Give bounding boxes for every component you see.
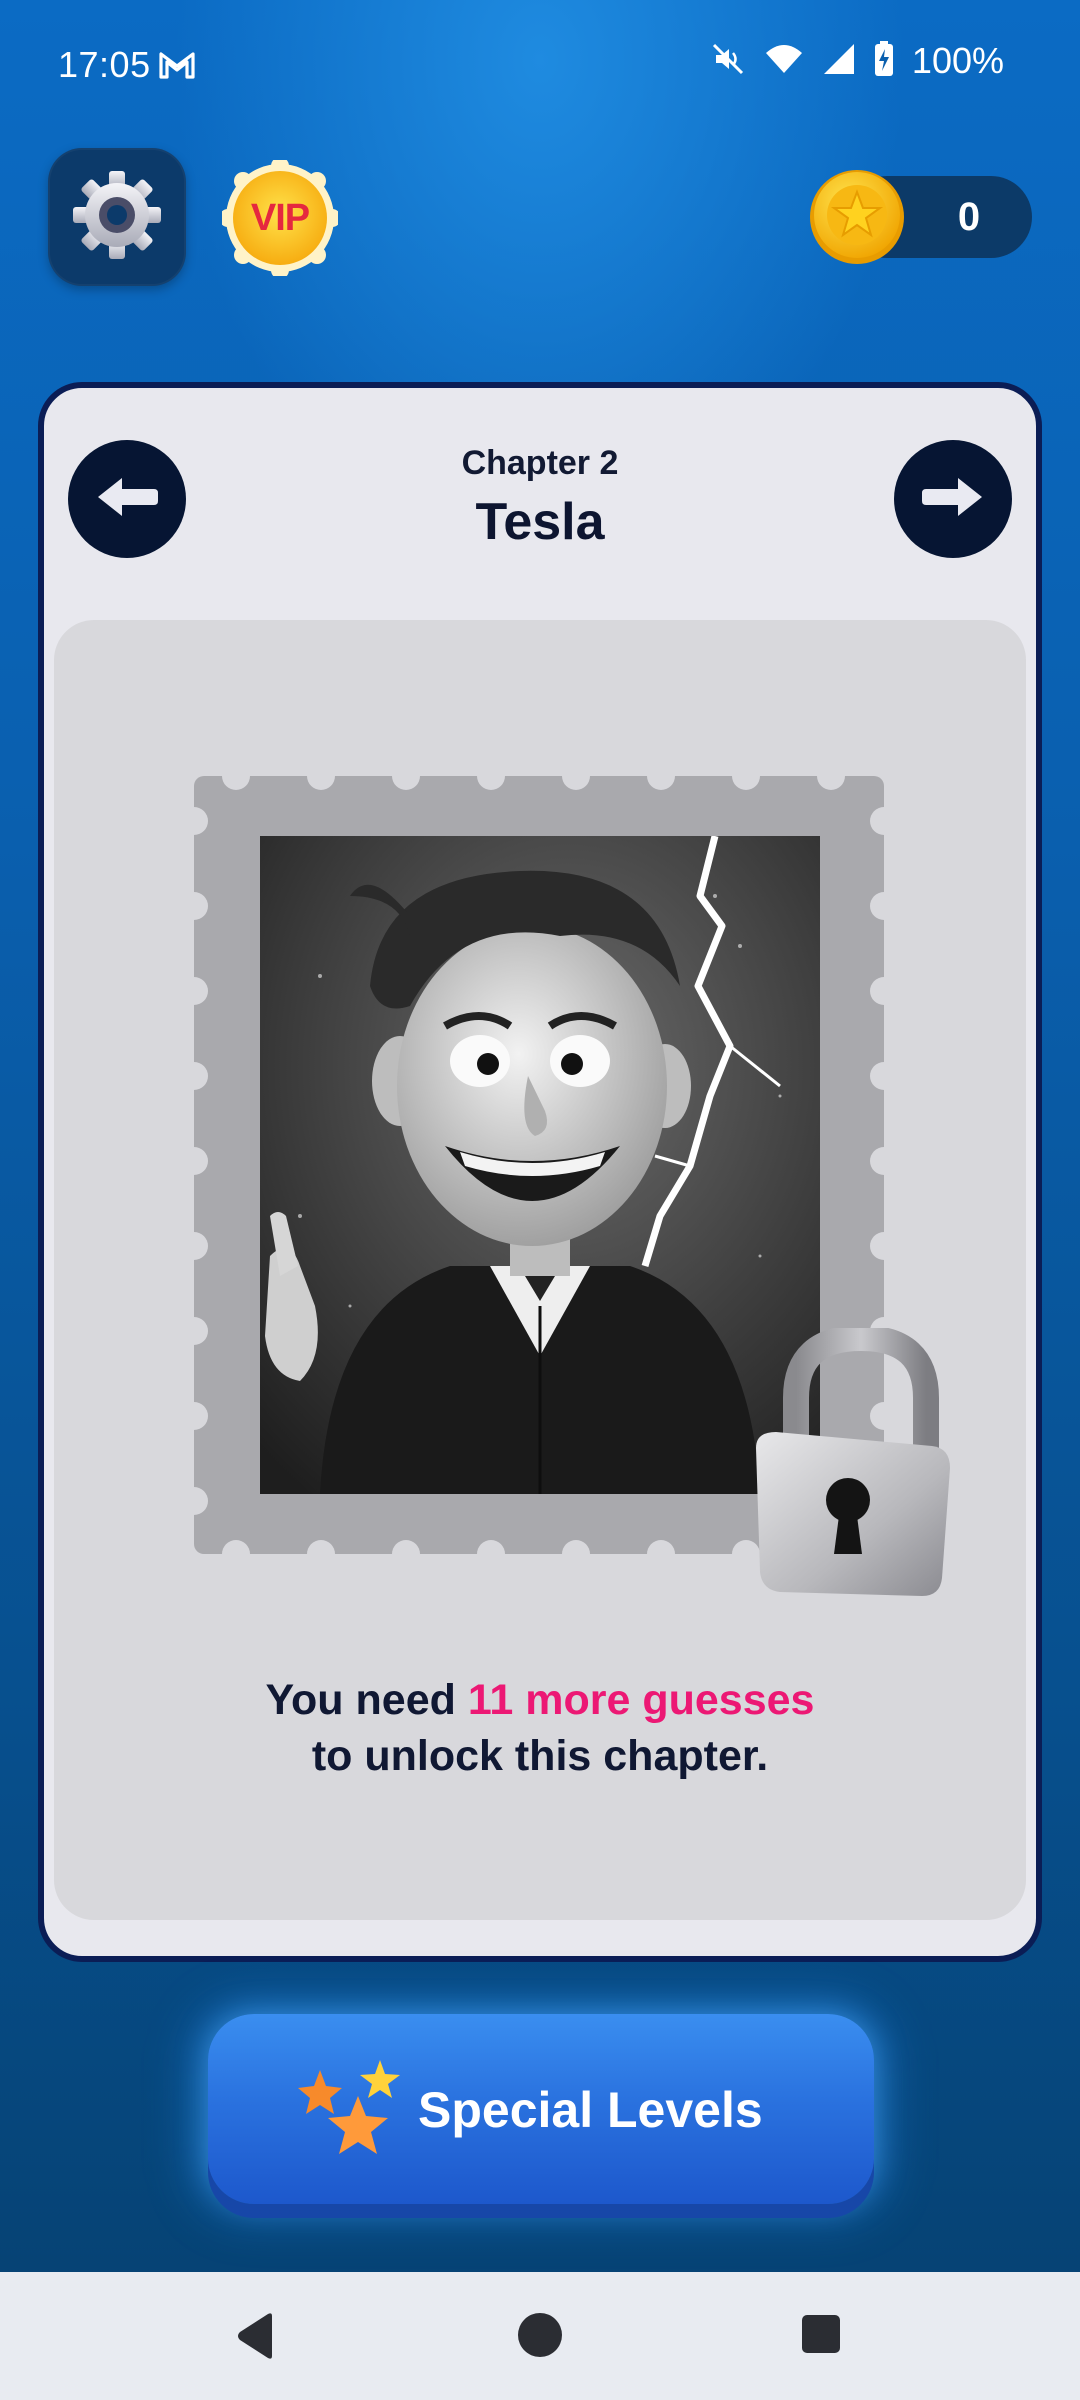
star-coin-icon — [808, 168, 906, 266]
mute-icon — [710, 41, 746, 82]
unlock-message: You need 11 more guesses to unlock this … — [120, 1672, 960, 1784]
settings-button[interactable] — [48, 148, 186, 286]
back-icon[interactable] — [234, 2312, 276, 2365]
stars-icon — [290, 2050, 410, 2170]
gear-icon — [69, 167, 165, 268]
battery-percent: 100% — [911, 40, 1004, 81]
coin-count: 0 — [957, 194, 981, 239]
wifi-icon — [764, 43, 804, 80]
vip-label: VIP — [250, 196, 310, 239]
chapter-number: Chapter 2 — [461, 444, 619, 482]
unlock-message-suffix: to unlock this chapter. — [311, 1732, 769, 1780]
battery-charging-icon — [874, 40, 894, 82]
gmail-icon — [158, 50, 196, 85]
lock-icon — [736, 1324, 956, 1606]
next-chapter-button[interactable] — [894, 440, 1012, 558]
chapter-title: Tesla — [475, 493, 605, 551]
unlock-message-prefix: You need — [265, 1676, 468, 1724]
guesses-needed: 11 more guesses — [467, 1676, 815, 1724]
arrow-right-icon — [920, 474, 986, 525]
special-levels-label: Special Levels — [418, 2082, 763, 2138]
arrow-left-icon — [94, 474, 160, 525]
status-bar: 17:05 100% — [0, 0, 1080, 130]
recents-icon[interactable] — [802, 2315, 840, 2353]
home-icon[interactable] — [518, 2313, 562, 2357]
signal-icon — [822, 42, 856, 81]
previous-chapter-button[interactable] — [68, 440, 186, 558]
status-icons: 100% — [710, 40, 1004, 82]
status-time: 17:05 — [58, 44, 151, 85]
vip-badge[interactable]: VIP — [222, 160, 338, 276]
